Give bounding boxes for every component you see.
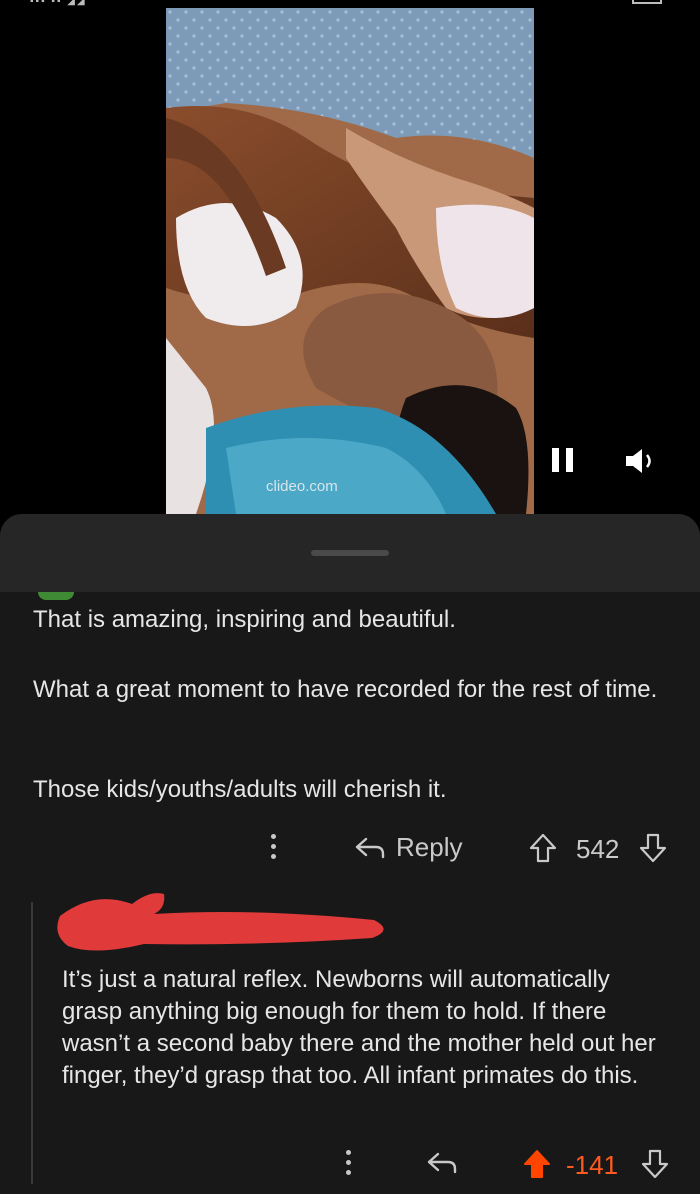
video-player[interactable] <box>166 8 534 514</box>
upvote-icon[interactable] <box>522 1148 552 1180</box>
more-options-icon[interactable] <box>346 1150 352 1180</box>
reply-actions: -141 <box>0 1144 700 1184</box>
comment-actions: Reply 542 <box>0 830 700 870</box>
upvote-icon[interactable] <box>528 832 558 864</box>
score: 542 <box>576 834 620 864</box>
comment-paragraph: What a great moment to have recorded for… <box>33 676 658 703</box>
score: -141 <box>566 1150 619 1180</box>
avatar <box>38 592 74 600</box>
drag-handle[interactable] <box>311 550 389 556</box>
reply-icon[interactable] <box>426 1150 458 1176</box>
reply-icon <box>355 837 385 858</box>
downvote-icon[interactable] <box>638 832 668 864</box>
pause-icon[interactable] <box>550 448 578 476</box>
downvote-icon[interactable] <box>640 1148 670 1180</box>
reply-comment-text: It’s just a natural reflex. Newborns wil… <box>62 966 656 1089</box>
redacted-username <box>57 893 384 951</box>
status-icons: ▪▪▪ ▪▪ ◢◢ <box>30 0 87 7</box>
reply-button[interactable]: Reply <box>354 832 462 863</box>
volume-icon[interactable] <box>624 446 660 476</box>
reply-label: Reply <box>396 832 463 862</box>
battery-icon <box>632 0 662 4</box>
comment-paragraph: Those kids/youths/adults will cherish it… <box>33 776 447 803</box>
video-frame <box>166 8 534 514</box>
sheet-header <box>0 514 700 592</box>
comment-paragraph: That is amazing, inspiring and beautiful… <box>33 606 456 633</box>
more-options-icon[interactable] <box>271 834 277 864</box>
watermark: clideo.com <box>266 478 338 495</box>
thread-line <box>31 902 33 1184</box>
